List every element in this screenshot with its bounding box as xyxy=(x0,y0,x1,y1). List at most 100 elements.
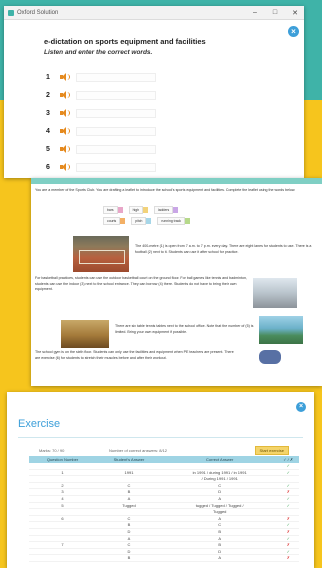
word-color-tag xyxy=(146,218,152,224)
exercise-title: Exercise xyxy=(18,418,61,430)
table-row: 4 A A ✓ xyxy=(29,495,299,503)
item-number: 5 xyxy=(46,145,50,153)
word-label: pitch xyxy=(131,217,147,225)
table-cell: C xyxy=(96,482,162,490)
result-mark: ✓ xyxy=(277,548,299,556)
word-color-tag xyxy=(117,207,123,213)
word-color-tag xyxy=(120,218,126,224)
answer-input[interactable] xyxy=(76,144,156,154)
table-cell: A xyxy=(161,535,278,543)
table-cell: tugged / Tugged / Tugged / xyxy=(161,502,278,510)
table-cell: B xyxy=(161,528,278,536)
leaflet-paragraph-2: For basketball practices, students can u… xyxy=(35,276,247,292)
table-cell: D xyxy=(96,548,162,556)
word-color-tag xyxy=(143,207,149,213)
answer-input[interactable] xyxy=(76,126,156,136)
speaker-icon[interactable] xyxy=(60,91,70,99)
table-cell xyxy=(29,508,97,516)
table-header-row: Question Number Student's Answer Correct… xyxy=(29,456,299,463)
exercise-mat-photo xyxy=(259,350,281,364)
table-row: 1 1991 in 1991 / during 1991 / in 1991 ✓ xyxy=(29,469,299,477)
tennis-court-photo xyxy=(259,316,303,344)
table-row: 6 C A ✗ xyxy=(29,515,299,523)
table-cell: A xyxy=(161,495,278,503)
close-icon[interactable]: × xyxy=(288,26,299,37)
answer-input[interactable] xyxy=(76,108,156,118)
word-label: high xyxy=(128,206,144,214)
result-mark: ✓ xyxy=(277,521,299,529)
start-exercise-button[interactable]: Start exercise xyxy=(254,446,289,455)
table-cell xyxy=(29,554,97,562)
speaker-icon[interactable] xyxy=(60,127,70,135)
minimize-button[interactable]: – xyxy=(250,9,260,17)
dictation-window: Oxford Solution – □ ✕ × e-dictation on s… xyxy=(4,6,304,178)
leaflet-paragraph-3: There are six table tennis tables next t… xyxy=(115,324,254,334)
word-color-tag xyxy=(185,218,191,224)
running-track-photo xyxy=(73,236,129,272)
window-controls: – □ ✕ xyxy=(250,9,300,17)
result-mark: ✗ xyxy=(277,541,299,549)
table-cell xyxy=(29,548,97,556)
column-header: ✓ / ✗ xyxy=(277,456,299,463)
close-icon[interactable]: × xyxy=(296,402,306,412)
answer-input[interactable] xyxy=(76,162,156,172)
word-chip[interactable]: bars xyxy=(103,206,125,214)
word-label: ladders xyxy=(154,206,174,214)
app-icon xyxy=(8,9,14,16)
word-chip[interactable]: high xyxy=(128,206,150,214)
word-chip[interactable]: ladders xyxy=(154,206,180,214)
table-row: A A ✓ xyxy=(29,535,299,543)
close-window-button[interactable]: ✕ xyxy=(290,9,300,17)
result-mark: ✗ xyxy=(277,515,299,523)
score-summary: Marks: 70 / 90 Number of correct answers… xyxy=(39,446,289,455)
table-cell: A xyxy=(96,495,162,503)
word-chip[interactable]: running track xyxy=(157,217,192,225)
leaflet-paragraph-1: The 400-metre (1) is open from 7 a.m. to… xyxy=(135,244,312,254)
answer-input[interactable] xyxy=(76,72,156,82)
table-cell xyxy=(29,475,97,483)
word-chip[interactable]: courts xyxy=(103,217,127,225)
dictation-item: 1 xyxy=(46,68,156,86)
leaflet-paragraph-4: The school gym is on the sixth floor. St… xyxy=(35,350,234,360)
result-mark: ✗ xyxy=(277,528,299,536)
table-cell: 6 xyxy=(29,515,97,523)
table-cell: C xyxy=(96,515,162,523)
results-table: Question Number Student's Answer Correct… xyxy=(29,456,299,562)
table-cell: 7 xyxy=(29,541,97,549)
speaker-icon[interactable] xyxy=(60,109,70,117)
word-chip[interactable]: pitch xyxy=(131,217,153,225)
table-cell: Tugged xyxy=(96,502,162,510)
speaker-icon[interactable] xyxy=(60,163,70,171)
table-cell xyxy=(29,521,97,529)
word-bank-row: courts pitch running track xyxy=(103,217,253,225)
table-row: D D ✓ xyxy=(29,548,299,556)
result-mark: ✗ xyxy=(277,488,299,496)
item-number: 6 xyxy=(46,163,50,171)
table-cell: B xyxy=(96,488,162,496)
table-cell: / During 1991 / 1991 xyxy=(161,475,278,483)
table-row: 2 C C ✓ xyxy=(29,482,299,490)
dictation-item: 3 xyxy=(46,104,156,122)
speaker-icon[interactable] xyxy=(60,145,70,153)
table-cell: 4 xyxy=(29,495,97,503)
answer-input[interactable] xyxy=(76,90,156,100)
dictation-instruction: Listen and enter the correct words. xyxy=(44,49,153,56)
dictation-item: 5 xyxy=(46,140,156,158)
table-cell: C xyxy=(161,521,278,529)
item-number: 2 xyxy=(46,91,50,99)
word-bank-row: bars high ladders xyxy=(103,206,253,214)
table-row: D B ✗ xyxy=(29,528,299,536)
speaker-icon[interactable] xyxy=(60,73,70,81)
column-header: Correct Answer xyxy=(161,456,278,463)
result-mark: ✓ xyxy=(277,482,299,490)
table-cell xyxy=(96,508,162,516)
table-cell: B xyxy=(96,554,162,562)
table-cell: B xyxy=(161,541,278,549)
table-row: B C ✓ xyxy=(29,521,299,529)
table-cell: A xyxy=(161,554,278,562)
result-mark: ✓ xyxy=(277,502,299,510)
result-mark: ✓ xyxy=(277,469,299,477)
table-cell: in 1991 / during 1991 / in 1991 xyxy=(161,469,278,477)
item-number: 4 xyxy=(46,127,50,135)
maximize-button[interactable]: □ xyxy=(270,9,280,17)
